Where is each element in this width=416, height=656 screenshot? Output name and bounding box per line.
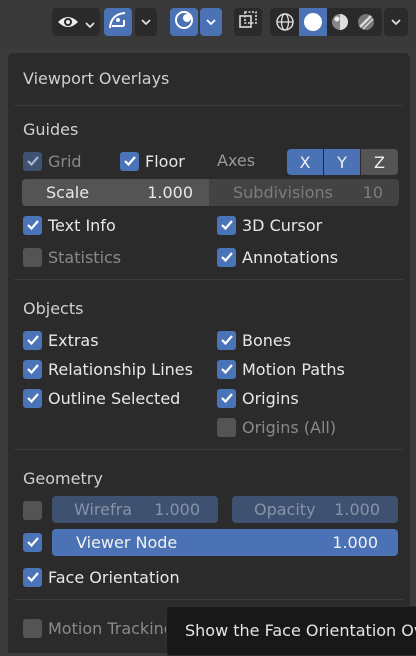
section-objects-heading: Objects	[23, 299, 84, 318]
gizmo-icon	[107, 9, 129, 35]
overlays-dropdown[interactable]	[200, 8, 222, 36]
floor-checkbox[interactable]: Floor	[120, 150, 185, 172]
floor-label: Floor	[145, 151, 185, 171]
axis-z-toggle[interactable]: Z	[361, 149, 398, 175]
gizmo-dropdown[interactable]	[135, 8, 157, 36]
subdivisions-label: Subdivisions	[233, 183, 334, 202]
visibility-dropdown[interactable]	[52, 8, 100, 36]
chevron-down-icon	[140, 13, 152, 32]
checkmark-icon	[23, 359, 42, 379]
statistics-label: Statistics	[48, 247, 122, 267]
viewer-node-slider[interactable]: Viewer Node 1.000	[52, 529, 398, 556]
checkmark-icon	[217, 247, 236, 267]
relationship-lines-checkbox[interactable]: Relationship Lines	[23, 358, 193, 380]
viewport-header	[0, 0, 416, 46]
origins-all-label: Origins (All)	[242, 417, 337, 437]
annotations-checkbox[interactable]: Annotations	[217, 246, 338, 268]
chevron-down-icon	[84, 16, 96, 35]
visibility-eye-icon	[56, 11, 80, 37]
divider	[14, 599, 404, 600]
outline-selected-checkbox[interactable]: Outline Selected	[23, 387, 180, 409]
grid-label: Grid	[48, 151, 82, 171]
viewer-node-value: 1.000	[332, 533, 378, 552]
text-info-label: Text Info	[48, 215, 116, 235]
chevron-down-icon	[390, 13, 402, 32]
extras-checkbox[interactable]: Extras	[23, 329, 99, 351]
shading-solid-icon[interactable]	[299, 8, 327, 36]
checkmark-icon	[217, 215, 236, 235]
wireframe-checkbox[interactable]	[23, 499, 48, 521]
viewer-node-checkbox[interactable]	[23, 531, 48, 553]
wireframe-label: Wirefra	[74, 500, 132, 519]
face-orientation-checkbox[interactable]: Face Orientation	[23, 566, 180, 588]
opacity-label: Opacity	[254, 500, 316, 519]
divider	[14, 105, 404, 106]
origins-checkbox[interactable]: Origins	[217, 387, 299, 409]
viewport-overlays-popover: Viewport Overlays Guides Grid Floor Axes…	[8, 53, 410, 653]
checkmark-icon	[217, 359, 236, 379]
subdivisions-field[interactable]: Subdivisions 10	[209, 179, 399, 206]
section-guides-heading: Guides	[23, 120, 79, 139]
axis-y-toggle[interactable]: Y	[324, 149, 360, 175]
shading-wireframe-icon[interactable]	[273, 10, 297, 34]
xray-icon	[238, 10, 258, 34]
motion-tracking-label: Motion Tracking	[48, 618, 174, 638]
checkmark-icon	[23, 330, 42, 350]
overlays-toggle[interactable]	[170, 8, 198, 36]
checkbox-empty-icon	[217, 417, 236, 437]
wireframe-value: 1.000	[154, 500, 200, 519]
shading-material-icon[interactable]	[328, 10, 352, 34]
motion-tracking-checkbox[interactable]: Motion Tracking	[23, 617, 174, 639]
wireframe-slider[interactable]: Wirefra 1.000	[52, 496, 218, 523]
3d-cursor-checkbox[interactable]: 3D Cursor	[217, 214, 322, 236]
viewer-node-label: Viewer Node	[76, 533, 178, 552]
popover-title: Viewport Overlays	[23, 69, 170, 88]
checkmark-icon	[120, 151, 139, 171]
checkmark-icon	[217, 388, 236, 408]
extras-label: Extras	[48, 330, 99, 350]
opacity-value: 1.000	[334, 500, 380, 519]
relationship-lines-label: Relationship Lines	[48, 359, 193, 379]
grid-checkbox[interactable]: Grid	[23, 150, 82, 172]
axes-label: Axes	[217, 151, 256, 170]
checkbox-empty-icon	[23, 618, 42, 638]
opacity-slider[interactable]: Opacity 1.000	[232, 496, 398, 523]
shading-mode-group	[270, 8, 382, 36]
gizmo-toggle[interactable]	[104, 8, 132, 36]
outline-selected-label: Outline Selected	[48, 388, 181, 408]
subdivisions-value: 10	[362, 183, 383, 202]
bones-label: Bones	[242, 330, 292, 350]
motion-paths-label: Motion Paths	[242, 359, 345, 379]
origins-label: Origins	[242, 388, 299, 408]
shading-rendered-icon[interactable]	[354, 10, 378, 34]
scale-value: 1.000	[147, 183, 193, 202]
checkmark-icon	[23, 567, 42, 587]
face-orientation-label: Face Orientation	[48, 567, 180, 587]
divider	[14, 449, 404, 450]
motion-paths-checkbox[interactable]: Motion Paths	[217, 358, 345, 380]
chevron-down-icon	[205, 13, 217, 32]
checkbox-empty-icon	[23, 247, 42, 267]
checkmark-icon	[217, 330, 236, 350]
checkbox-empty-icon	[23, 500, 42, 520]
divider	[14, 279, 404, 280]
checkmark-icon	[23, 215, 42, 235]
shading-dropdown[interactable]	[384, 8, 408, 36]
annotations-label: Annotations	[242, 247, 339, 267]
checkmark-icon	[23, 532, 42, 552]
origins-all-checkbox[interactable]: Origins (All)	[217, 416, 336, 438]
checkmark-icon	[23, 388, 42, 408]
3d-cursor-label: 3D Cursor	[242, 215, 323, 235]
statistics-checkbox[interactable]: Statistics	[23, 246, 121, 268]
text-info-checkbox[interactable]: Text Info	[23, 214, 116, 236]
axis-x-toggle[interactable]: X	[287, 149, 323, 175]
tooltip: Show the Face Orientation Ov	[166, 606, 416, 656]
bones-checkbox[interactable]: Bones	[217, 329, 291, 351]
xray-toggle[interactable]	[234, 8, 262, 36]
scale-field[interactable]: Scale 1.000	[22, 179, 209, 206]
overlays-icon	[173, 9, 195, 35]
section-geometry-heading: Geometry	[23, 469, 103, 488]
scale-label: Scale	[46, 183, 90, 202]
checkmark-icon	[23, 151, 42, 171]
